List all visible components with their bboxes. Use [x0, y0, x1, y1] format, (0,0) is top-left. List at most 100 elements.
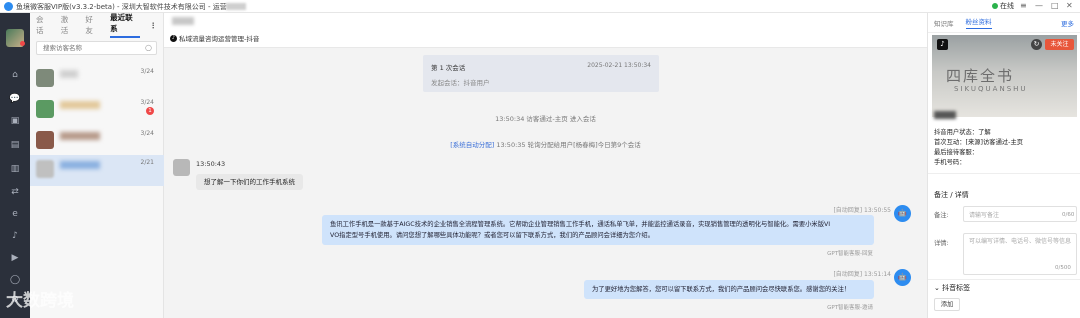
system-message: [系统自动分配] 13:50:35 轮询分配给用户[杨春梅]今日第9个会话 — [164, 139, 927, 149]
fan-status: 抖音用户状态：了解 — [934, 129, 991, 136]
online-dot-icon — [992, 3, 998, 9]
bot-message-line: 鱼讯工作手机是一款基于AIGC技术的企业销售全流程管理系统。它帮助企业管理销售工… — [330, 221, 831, 228]
customer-message: 想了解一下你们的工作手机系统 — [196, 174, 303, 190]
bot-message: 鱼讯工作手机是一款基于AIGC技术的企业销售全流程管理系统。它帮助企业管理销售工… — [322, 215, 874, 245]
first-interaction: 首次互动：[来源]访客通过-主页 — [934, 139, 1024, 146]
tab-recent[interactable]: 最近联系 — [110, 12, 140, 38]
note-input[interactable]: 请输写备注 — [963, 206, 1077, 222]
menu-icon[interactable]: ≡ — [1020, 1, 1027, 10]
chat-source-label: 私域流量咨询运营管理-抖音 — [179, 35, 260, 43]
divider — [928, 279, 1080, 280]
kuaishou-icon[interactable]: ▶ — [0, 252, 30, 264]
tab-sessions[interactable]: 会话 — [36, 14, 51, 36]
bot-avatar: 🤖 — [894, 205, 911, 222]
bot-message-meta: [自动回复] 13:51:14 — [833, 271, 891, 278]
bot-message-footer: GPT智能客服-邀请 — [827, 305, 873, 311]
folder-icon[interactable]: ▥ — [0, 163, 30, 175]
window-title: 鱼境微客服VIP版(v3.3.2-beta) - 深圳大智软件技术有限公司 - … — [16, 3, 227, 11]
cover-text: 四库全书 — [946, 67, 1015, 85]
tiktok-icon[interactable]: ♪ — [0, 230, 30, 242]
note-label: 备注: — [934, 212, 949, 219]
title-bar: 鱼境微客服VIP版(v3.3.2-beta) - 深圳大智软件技术有限公司 - … — [0, 0, 1080, 13]
bot-message-line: 为了更好地为您解答，您可以留下联系方式，我们的产品顾问会尽快联系您。感谢您的关注… — [592, 286, 851, 293]
share-icon[interactable]: ⇄ — [0, 186, 30, 198]
message-time: 13:50:43 — [196, 160, 226, 168]
contact-row[interactable]: 3/24 1 — [30, 95, 164, 126]
session-title: 第 1 次会话 — [431, 64, 466, 72]
contacts-icon[interactable]: ▣ — [0, 115, 30, 127]
bot-message-footer: GPT智能客服-回复 — [827, 251, 873, 257]
profile-tabs: 知识库 粉丝资料 更多 — [928, 13, 1080, 33]
bot-message: 为了更好地为您解答，您可以留下联系方式，我们的产品顾问会尽快联系您。感谢您的关注… — [584, 280, 874, 299]
session-initiator: 发起会话：抖音用户 — [431, 79, 490, 87]
contact-row[interactable]: 2/21 — [30, 155, 164, 186]
contact-row[interactable]: 3/24 — [30, 64, 164, 95]
refresh-icon[interactable]: ↻ — [1031, 39, 1042, 50]
contact-list-panel: 会话 激活 好友 最近联系 ⋮ ○ 3/24 3/24 1 3/24 2/21 — [30, 13, 164, 318]
minimize-button[interactable]: — — [1035, 1, 1043, 10]
system-message: 13:50:34 访客通过-主页 进入会话 — [495, 115, 596, 123]
detail-count: 0/500 — [1055, 265, 1071, 271]
auto-assign-link[interactable]: [系统自动分配] — [450, 141, 494, 149]
contact-row[interactable]: 3/24 — [30, 126, 164, 157]
chevron-down-icon: ⌄ — [934, 284, 940, 292]
session-card: 第 1 次会话 2025-02-21 13:50:34 发起会话：抖音用户 — [423, 55, 659, 92]
home-icon[interactable]: ⌂ — [0, 69, 30, 81]
unread-badge: 1 — [146, 107, 154, 115]
contact-date: 3/24 — [140, 99, 154, 106]
bot-message-line: VO指定型号手机使用。请问您想了解哪些具体功能呢？或者您可以留下联系方式，我们的… — [330, 232, 654, 239]
bot-message-meta: [自动回复] 13:50:55 — [833, 207, 891, 214]
redacted-title — [226, 3, 246, 10]
last-agent: 最后接待客服： — [934, 149, 979, 156]
contact-avatar — [36, 160, 54, 178]
search-box: ○ — [36, 41, 157, 55]
tab-knowledge-base[interactable]: 知识库 — [934, 18, 954, 28]
add-tag-button[interactable]: 添加 — [934, 298, 960, 311]
search-icon[interactable]: ○ — [145, 43, 152, 52]
chat-header: ♪ 私域流量咨询运营管理-抖音 — [164, 13, 927, 48]
redacted-name — [60, 132, 100, 140]
maximize-button[interactable]: □ — [1051, 1, 1059, 10]
nav-sidebar: ⌂ 💬 ▣ ▤ ▥ ⇄ e ♪ ▶ ◯ ⚙ — [0, 13, 30, 318]
tags-title: 抖音标签 — [942, 284, 971, 292]
tab-activate[interactable]: 激活 — [61, 14, 76, 36]
more-options-icon[interactable]: ⋮ — [150, 21, 158, 30]
chat-icon[interactable]: 💬 — [0, 93, 30, 105]
customer-avatar[interactable] — [173, 159, 190, 176]
document-icon[interactable]: ▤ — [0, 139, 30, 151]
contact-date: 3/24 — [140, 68, 154, 75]
unfollow-status: 未关注 — [1045, 39, 1074, 50]
notes-title: 备注 / 详情 — [934, 191, 969, 199]
detail-placeholder: 可以编写详情、电话号、微信号等信息 — [969, 238, 1072, 245]
redacted-visitor-name — [172, 17, 194, 25]
contact-avatar — [36, 100, 54, 118]
search-input[interactable] — [37, 42, 156, 54]
browser-icon[interactable]: e — [0, 208, 30, 220]
redacted-fan-name — [934, 111, 956, 119]
contact-date: 2/21 — [140, 159, 154, 166]
chat-panel: ♪ 私域流量咨询运营管理-抖音 第 1 次会话 2025-02-21 13:50:… — [164, 13, 927, 318]
contact-date: 3/24 — [140, 130, 154, 137]
bot-avatar: 🤖 — [894, 269, 911, 286]
tab-fan-profile[interactable]: 粉丝资料 — [965, 16, 992, 29]
watermark: 大数跨境 — [6, 291, 74, 311]
tab-friends[interactable]: 好友 — [85, 14, 100, 36]
more-link[interactable]: 更多 — [1061, 18, 1074, 28]
online-status-label: 在线 — [1000, 2, 1014, 10]
divider — [928, 173, 1080, 174]
redacted-name — [60, 101, 100, 109]
redacted-name — [60, 70, 78, 78]
note-count: 0/60 — [1062, 212, 1075, 218]
app-logo — [4, 2, 13, 11]
system-message-text: 13:50:35 轮询分配给用户[杨春梅]今日第9个会话 — [496, 141, 641, 149]
close-button[interactable]: ✕ — [1066, 1, 1073, 10]
redacted-name — [60, 161, 100, 169]
tiktok-icon: ♪ — [937, 39, 948, 50]
profile-cover: ♪ ↻ 未关注 四库全书 SIKUQUANSHU — [932, 35, 1077, 117]
tags-section[interactable]: ⌄ 抖音标签 — [934, 283, 970, 293]
comment-icon[interactable]: ◯ — [0, 274, 30, 286]
contact-avatar — [36, 69, 54, 87]
online-status[interactable]: 在线 — [992, 1, 1014, 11]
chat-source: ♪ 私域流量咨询运营管理-抖音 — [170, 33, 259, 43]
detail-label: 详情: — [934, 240, 949, 247]
